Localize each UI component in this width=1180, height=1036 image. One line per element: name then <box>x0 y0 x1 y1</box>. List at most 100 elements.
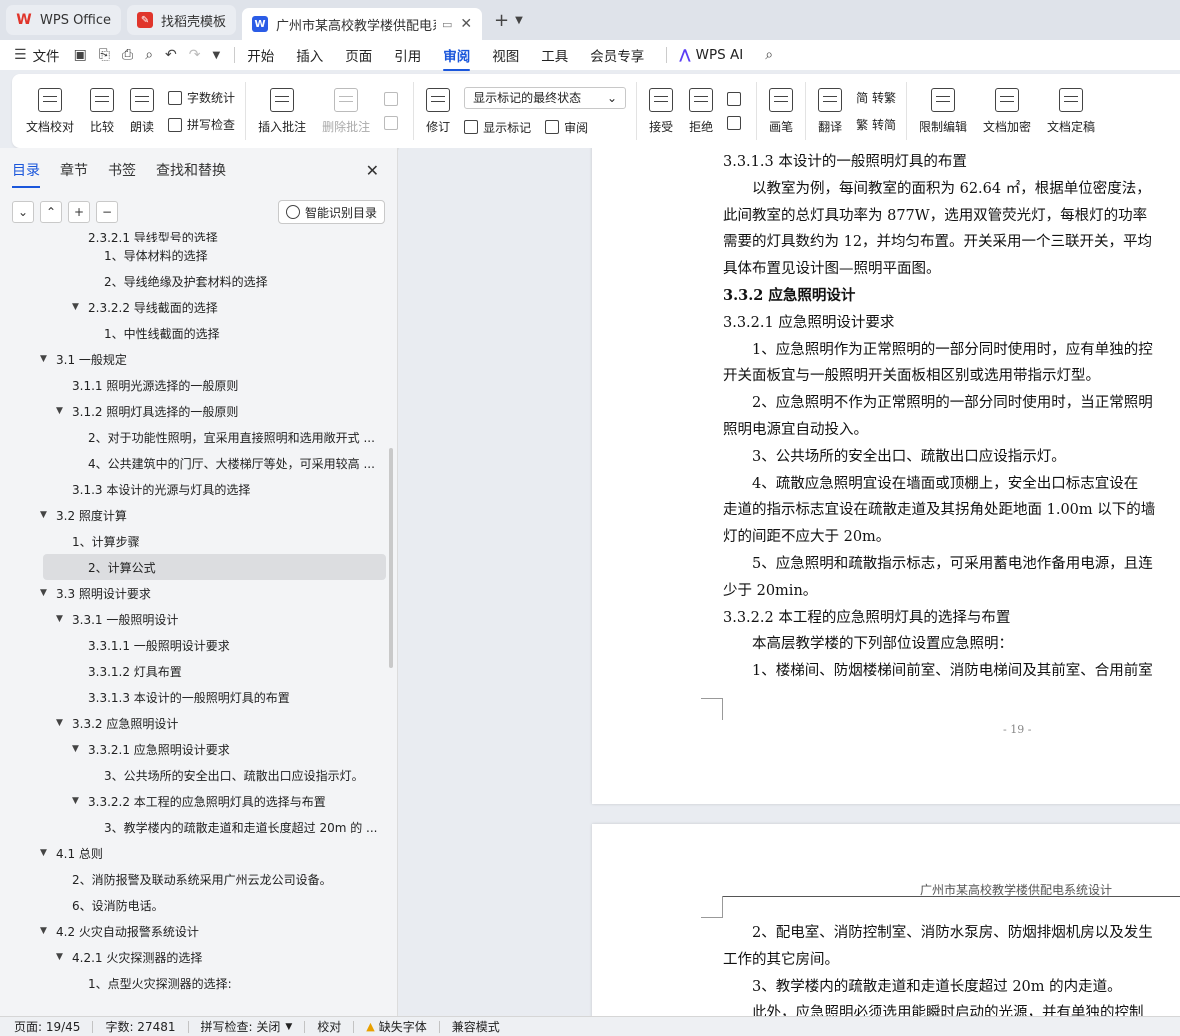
expand-arrow-icon[interactable]: ▼ <box>72 744 84 754</box>
toc-item[interactable]: ▼ 2.3.2.2 导线截面的选择 <box>0 294 386 320</box>
doc-finalize-button[interactable]: 文档定稿 <box>1039 74 1103 148</box>
paragraph-line[interactable]: 3、教学楼内的疏散走道和走道长度超过 20m 的内走道。 <box>723 974 1153 1001</box>
more-chevron-icon[interactable]: ▼ <box>213 50 221 61</box>
paragraph-line[interactable]: 5、应急照明和疏散指示标志，可采用蓄电池作备用电源，且连 <box>723 551 1155 578</box>
paragraph-line[interactable]: 本高层教学楼的下列部位设置应急照明： <box>723 631 1155 658</box>
toc-item[interactable]: 3、教学楼内的疏散走道和走道长度超过 20m 的 ... <box>0 814 386 840</box>
menu-page[interactable]: 页面 <box>345 45 372 65</box>
compare-button[interactable]: 比较 <box>82 74 122 148</box>
expand-down-button[interactable]: ⌄ <box>12 201 34 223</box>
expand-arrow-icon[interactable]: ▼ <box>56 952 68 962</box>
reject-button[interactable]: 拒绝 <box>681 74 721 148</box>
proof-indicator[interactable]: 校对 <box>317 1018 341 1035</box>
toc-item[interactable]: 3.3.1.2 灯具布置 <box>0 658 386 684</box>
toc-item[interactable]: ▼ 3.3 照明设计要求 <box>0 580 386 606</box>
toc-item[interactable]: 6、设消防电话。 <box>0 892 386 918</box>
paragraph-line[interactable]: 3.3.2.2 本工程的应急照明灯具的选择与布置 <box>723 605 1155 632</box>
expand-arrow-icon[interactable]: ▼ <box>40 510 52 520</box>
paragraph-line[interactable]: 少于 20min。 <box>723 578 1155 605</box>
toc-item[interactable]: 1、点型火灾探测器的选择: <box>0 970 386 996</box>
toc-item[interactable]: ▼ 4.1 总则 <box>0 840 386 866</box>
toc-item[interactable]: ▼ 3.3.2 应急照明设计 <box>0 710 386 736</box>
insert-comment-button[interactable]: 插入批注 <box>250 74 314 148</box>
toc-item[interactable]: 2、导线绝缘及护套材料的选择 <box>0 268 386 294</box>
paragraph-line[interactable]: 4、疏散应急照明宜设在墙面或顶棚上，安全出口标志宜设在 <box>723 471 1155 498</box>
remove-level-button[interactable]: − <box>96 201 118 223</box>
paragraph-line[interactable]: 具体布置见设计图—照明平面图。 <box>723 256 1155 283</box>
paragraph-line[interactable]: 3.3.1.3 本设计的一般照明灯具的布置 <box>723 149 1155 176</box>
paragraph-line[interactable]: 照明电源宜自动投入。 <box>723 417 1155 444</box>
paragraph-line[interactable]: 2、应急照明不作为正常照明的一部分同时使用时，当正常照明 <box>723 390 1155 417</box>
menu-wps-ai[interactable]: ⋀ WPS AI <box>679 47 743 63</box>
paragraph-line[interactable]: 3.3.2 应急照明设计 <box>723 283 1155 310</box>
toc-item[interactable]: 1、中性线截面的选择 <box>0 320 386 346</box>
toc-item[interactable]: ▼ 3.3.2.2 本工程的应急照明灯具的选择与布置 <box>0 788 386 814</box>
translate-button[interactable]: 翻译 <box>810 74 850 148</box>
menu-tools[interactable]: 工具 <box>541 45 568 65</box>
pen-button[interactable]: 画笔 <box>761 74 801 148</box>
menu-insert[interactable]: 插入 <box>296 45 323 65</box>
tab-bookmarks[interactable]: 书签 <box>108 160 136 180</box>
paragraph-line[interactable]: 3.3.2.1 应急照明设计要求 <box>723 310 1155 337</box>
close-icon[interactable]: ✕ <box>460 16 472 32</box>
print-icon[interactable]: ⎙ <box>122 47 133 63</box>
undo-icon[interactable]: ↶ <box>165 47 177 63</box>
export-icon[interactable]: ⎘ <box>99 47 110 63</box>
paragraph-line[interactable]: 开关面板宜与一般照明开关面板相区别或选用带指示灯型。 <box>723 363 1155 390</box>
read-aloud-button[interactable]: 朗读 <box>122 74 162 148</box>
redo-icon[interactable]: ↷ <box>189 47 201 63</box>
monitor-icon[interactable]: ▭ <box>442 18 452 31</box>
toc-item[interactable]: ▼ 4.2.1 火灾探测器的选择 <box>0 944 386 970</box>
word-count-button[interactable]: 字数统计 <box>168 89 235 106</box>
tab-docer-templates[interactable]: ✎ 找稻壳模板 <box>127 5 237 35</box>
review-pane-button[interactable]: 审阅 <box>564 119 588 136</box>
hamburger-menu-icon[interactable]: ☰ <box>14 47 27 63</box>
restrict-edit-button[interactable]: 限制编辑 <box>911 74 975 148</box>
expand-arrow-icon[interactable]: ▼ <box>40 354 52 364</box>
expand-arrow-icon[interactable]: ▼ <box>40 588 52 598</box>
new-tab-button[interactable]: + ▼ <box>488 5 529 35</box>
toc-item[interactable]: ▼ 3.1.2 照明灯具选择的一般原则 <box>0 398 386 424</box>
paragraph-line[interactable]: 1、楼梯间、防烟楼梯间前室、消防电梯间及其前室、合用前室 <box>723 658 1155 685</box>
doc-encrypt-button[interactable]: 文档加密 <box>975 74 1039 148</box>
toc-item[interactable]: 2.3.2.1 导线型号的选择 <box>0 232 386 242</box>
paragraph-line[interactable]: 此外，应急照明必须选用能瞬时启动的光源，并有单独的控制 <box>723 1000 1153 1016</box>
menu-view[interactable]: 视图 <box>492 45 519 65</box>
search-icon[interactable]: ⌕ <box>765 47 773 63</box>
toc-item[interactable]: ▼ 3.3.1 一般照明设计 <box>0 606 386 632</box>
toc-item[interactable]: 3、公共场所的安全出口、疏散出口应设指示灯。 <box>0 762 386 788</box>
menu-member[interactable]: 会员专享 <box>590 45 644 65</box>
expand-arrow-icon[interactable]: ▼ <box>72 796 84 806</box>
expand-arrow-icon[interactable]: ▼ <box>40 926 52 936</box>
toc-item[interactable]: 3.3.1.1 一般照明设计要求 <box>0 632 386 658</box>
prev-comment-button[interactable] <box>384 92 403 106</box>
expand-arrow-icon[interactable]: ▼ <box>56 718 68 728</box>
to-traditional-button[interactable]: 简 转繁 <box>856 89 896 106</box>
toc-item[interactable]: 3.3.1.3 本设计的一般照明灯具的布置 <box>0 684 386 710</box>
menu-review[interactable]: 审阅 <box>443 45 471 71</box>
toc-item[interactable]: ▼ 4.2 火灾自动报警系统设计 <box>0 918 386 944</box>
add-level-button[interactable]: + <box>68 201 90 223</box>
prev-change-button[interactable] <box>727 92 746 106</box>
markup-state-select[interactable]: 显示标记的最终状态 ⌄ <box>464 86 627 109</box>
save-icon[interactable]: ▣ <box>74 47 87 63</box>
delete-comment-button[interactable]: 删除批注 <box>314 74 378 148</box>
close-icon[interactable]: ✕ <box>366 161 379 180</box>
toc-item[interactable]: 2、对于功能性照明，宜采用直接照明和选用敞开式 ... <box>0 424 386 450</box>
paragraph-line[interactable]: 2、配电室、消防控制室、消防水泵房、防烟排烟机房以及发生 <box>723 920 1153 947</box>
expand-arrow-icon[interactable]: ▼ <box>56 614 68 624</box>
revise-button[interactable]: 修订 <box>418 74 458 148</box>
paragraph-line[interactable]: 以教室为例，每间教室的面积为 62.64 ㎡，根据单位密度法， <box>723 176 1155 203</box>
accept-button[interactable]: 接受 <box>641 74 681 148</box>
tab-wps-office[interactable]: W WPS Office <box>6 5 122 35</box>
paragraph-line[interactable]: 3、公共场所的安全出口、疏散出口应设指示灯。 <box>723 444 1155 471</box>
tab-document[interactable]: W 广州市某高校教学楼供配电系统 ▭ ✕ <box>242 8 483 40</box>
next-comment-button[interactable] <box>384 116 403 130</box>
next-change-button[interactable] <box>727 116 746 130</box>
toc-item[interactable]: 1、导体材料的选择 <box>0 242 386 268</box>
toc-item[interactable]: ▼ 3.3.2.1 应急照明设计要求 <box>0 736 386 762</box>
toc-item[interactable]: 1、计算步骤 <box>0 528 386 554</box>
expand-arrow-icon[interactable]: ▼ <box>72 302 84 312</box>
toc-item[interactable]: 3.1.3 本设计的光源与灯具的选择 <box>0 476 386 502</box>
paragraph-line[interactable]: 走道的指示标志宜设在疏散走道及其拐角处距地面 1.00m 以下的墙 <box>723 497 1155 524</box>
